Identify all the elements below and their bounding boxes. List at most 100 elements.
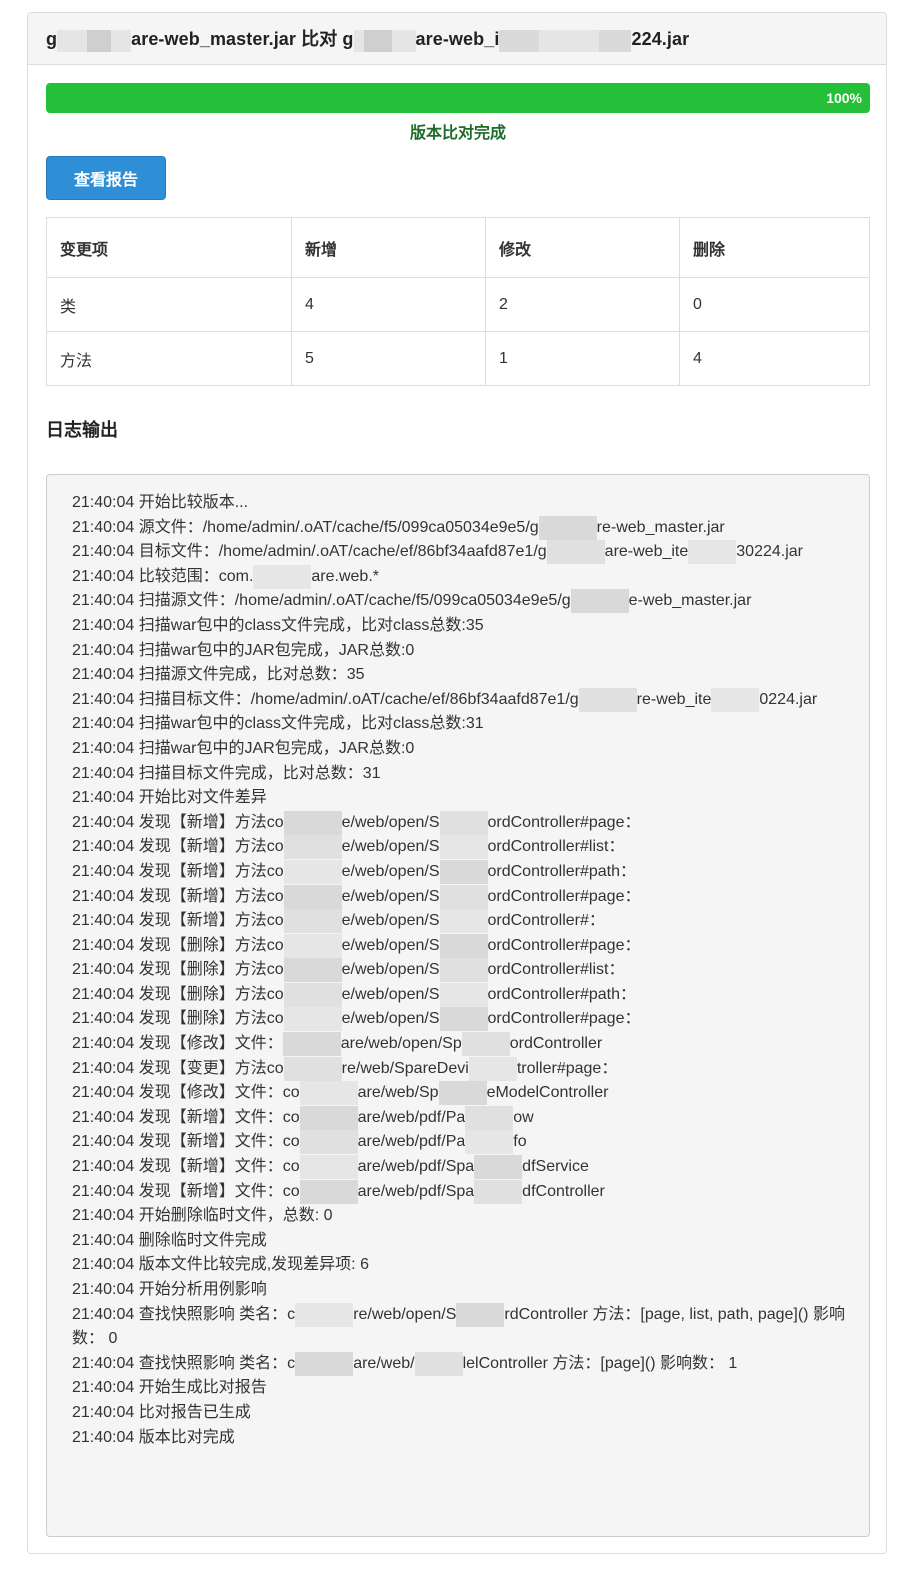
log-text: ordController#list： [487,838,625,856]
redacted-block [711,687,760,712]
header-change-item: 变更项 [46,217,292,278]
log-line: 21:40:04 查找快照影响 类名：c re/web/open/S rdContr… [72,1302,845,1352]
title-part-4: 224.jar [631,29,690,50]
log-text: 21:40:04 发现【新增】文件：co [72,1133,300,1151]
table-cell: 2 [485,277,680,332]
log-text: e/web/open/S [341,961,440,979]
log-text: 21:40:04 查找快照影响 类名：c [72,1305,296,1323]
log-line: 21:40:04 扫描war包中的JAR包完成，JAR总数:0 [72,737,845,762]
log-text: e-web_master.jar [628,592,752,610]
log-text: ow [513,1108,534,1126]
view-report-button[interactable]: 查看报告 [46,156,166,200]
log-line: 21:40:04 目标文件：/home/admin/.oAT/cache/ef/… [72,540,845,565]
log-text: ordController#path： [487,985,637,1003]
log-text: e/web/open/S [341,862,440,880]
log-text: e/web/open/S [341,1010,440,1028]
log-text: 21:40:04 发现【变更】方法co [72,1059,284,1077]
log-line: 21:40:04 扫描源文件完成，比对总数：35 [72,663,845,688]
log-line: 21:40:04 发现【修改】文件：co are/web/Sp eModelCont… [72,1081,845,1106]
log-text: ordController#： [487,912,605,930]
redacted-block [439,909,488,934]
redacted-block [546,540,605,565]
redacted-block [283,958,342,983]
status-text: 版本比对完成 [409,125,506,142]
log-line: 21:40:04 发现【新增】方法co e/web/open/S ordContro… [72,859,845,885]
log-line: 21:40:04 开始生成比对报告 [72,1376,845,1401]
redacted-block [570,589,629,614]
log-line: 21:40:04 发现【删除】方法co e/web/open/S ordContro… [72,982,845,1008]
log-text: dfController [522,1182,605,1200]
table-header-row: 变更项 新增 修改 删除 [46,217,870,278]
header-modified: 修改 [485,217,680,278]
redacted-block [283,982,342,1007]
redacted-block [474,1155,523,1180]
log-line: 21:40:04 发现【新增】文件：co are/web/pdf/Pa ow [72,1105,845,1131]
redacted-block [688,540,737,565]
log-text: re/web/SpareDevi [341,1059,469,1077]
redacted-block [439,982,488,1007]
redacted-block [439,884,488,909]
log-line: 21:40:04 比对报告已生成 [72,1401,845,1426]
log-text: 21:40:04 发现【新增】方法co [72,838,284,856]
redacted-block [299,1155,358,1180]
redacted-block [283,1007,342,1032]
log-text: e/web/open/S [341,838,440,856]
redacted-block [283,859,342,884]
log-text: 21:40:04 发现【删除】方法co [72,1010,284,1028]
panel-title: g are-web_master.jar 比对 g are-web_i 224.jar [46,25,690,52]
table-cell: 类 [46,277,292,332]
log-text: 21:40:04 发现【删除】方法co [72,961,284,979]
title-part-1: g [46,29,58,50]
log-text: re-web_ite [636,690,712,708]
log-text: ordController [509,1035,603,1053]
log-output[interactable]: 21:40:04 开始比较版本... 21:40:04 源文件：/home/adm… [46,474,870,1537]
log-line: 21:40:04 扫描源文件：/home/admin/.oAT/cache/f5… [72,589,845,614]
log-text: 30224.jar [736,543,803,561]
log-text: lelController 方法：[page]() 影响数： 1 [462,1354,738,1372]
log-text: e/web/open/S [341,887,440,905]
log-line: 21:40:04 版本比对完成 [72,1426,845,1451]
redacted-block [539,29,600,52]
redacted-block [299,1179,358,1204]
log-text: 0224.jar [759,690,818,708]
log-text: 21:40:04 发现【新增】文件：co [72,1108,300,1126]
log-text: 21:40:04 扫描源文件完成，比对总数：35 [72,666,365,684]
redacted-block [578,687,637,712]
log-line: 21:40:04 发现【新增】方法co e/web/open/S ordContro… [72,884,845,910]
log-line: 21:40:04 扫描目标文件完成，比对总数：31 [72,762,845,787]
log-text: ordController#page： [487,936,641,954]
log-line: 21:40:04 扫描war包中的class文件完成，比对class总数:31 [72,712,845,737]
header-deleted: 删除 [679,217,870,278]
log-text: 21:40:04 比较范围：com. [72,567,254,585]
log-text: e/web/open/S [341,985,440,1003]
log-text: are.web.* [311,567,379,585]
redacted-block [283,933,342,958]
redacted-block [283,909,342,934]
log-text: are/web/pdf/Pa [357,1133,466,1151]
redacted-block [439,810,488,835]
log-text: 21:40:04 扫描war包中的class文件完成，比对class总数:31 [72,715,484,733]
redacted-block [474,1179,523,1204]
log-line: 21:40:04 发现【新增】文件：co are/web/pdf/Spa dfCon… [72,1179,845,1205]
log-text: 21:40:04 发现【新增】方法co [72,862,284,880]
log-text: 21:40:04 发现【修改】文件：co [72,1084,300,1102]
log-line: 21:40:04 发现【变更】方法co re/web/SpareDevi troll… [72,1056,845,1082]
log-line: 21:40:04 开始比较版本... [72,491,845,516]
redacted-block [283,1056,342,1081]
table-cell: 方法 [46,331,292,386]
log-line: 21:40:04 删除临时文件完成 [72,1229,845,1254]
redacted-block [599,29,632,52]
log-text: 21:40:04 开始删除临时文件，总数: 0 [72,1207,333,1225]
log-text: are/web/pdf/Spa [357,1158,475,1176]
log-text: 21:40:04 发现【新增】文件：co [72,1158,300,1176]
log-line: 21:40:04 源文件：/home/admin/.oAT/cache/f5/0… [72,515,845,541]
log-line: 21:40:04 发现【删除】方法co e/web/open/S ordContro… [72,958,845,983]
log-text: 21:40:04 发现【新增】方法co [72,887,284,905]
redacted-block [253,564,312,589]
log-line: 21:40:04 扫描目标文件：/home/admin/.oAT/cache/e… [72,687,845,713]
log-text: 21:40:04 扫描目标文件完成，比对总数：31 [72,764,381,782]
log-text: 21:40:04 扫描目标文件：/home/admin/.oAT/cache/e… [72,690,579,708]
log-text: 21:40:04 发现【删除】方法co [72,985,284,1003]
log-text: 21:40:04 源文件：/home/admin/.oAT/cache/f5/0… [72,518,539,536]
log-text: 21:40:04 目标文件：/home/admin/.oAT/cache/ef/… [72,543,547,561]
